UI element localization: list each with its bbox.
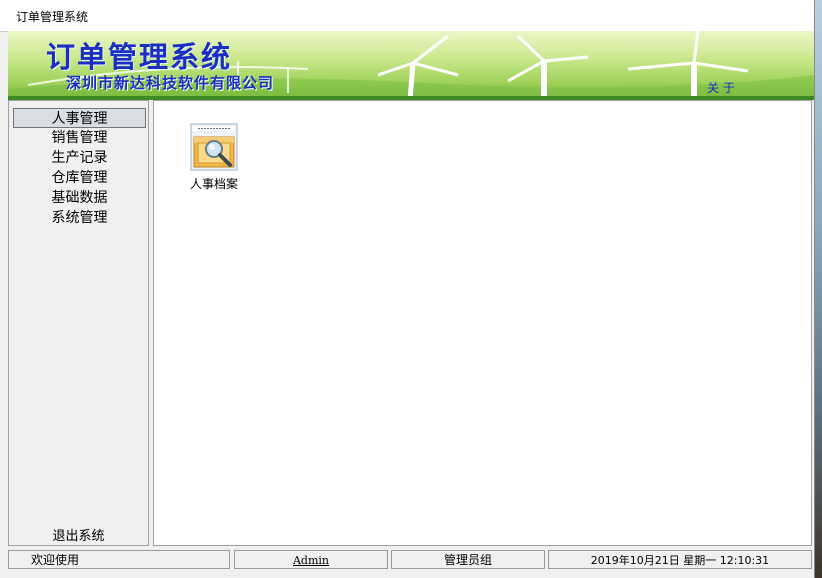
status-datetime: 2019年10月21日 星期一 12:10:31	[548, 550, 812, 569]
sidebar-menu: 人事管理 销售管理 生产记录 仓库管理 基础数据 系统管理	[13, 108, 146, 228]
company-name: 深圳市新达科技软件有限公司	[66, 74, 275, 92]
personnel-file-icon[interactable]	[190, 123, 238, 171]
window-title: 订单管理系统	[16, 10, 89, 24]
main-content: 人事档案	[153, 100, 812, 546]
sidebar-item-production[interactable]: 生产记录	[13, 148, 146, 168]
title-bar[interactable]: 订单管理系统	[0, 0, 814, 32]
sidebar-item-warehouse[interactable]: 仓库管理	[13, 168, 146, 188]
status-group: 管理员组	[391, 550, 545, 569]
status-user: Admin	[234, 550, 388, 569]
app-title: 订单管理系统	[46, 40, 233, 74]
about-link[interactable]: 关 于	[707, 79, 735, 96]
module-personnel-file[interactable]: 人事档案	[184, 123, 244, 192]
sidebar-item-base-data[interactable]: 基础数据	[13, 188, 146, 208]
status-welcome: 欢迎使用	[8, 550, 230, 569]
sidebar: 人事管理 销售管理 生产记录 仓库管理 基础数据 系统管理 退出系统	[8, 100, 149, 546]
sidebar-item-system[interactable]: 系统管理	[13, 208, 146, 228]
status-bar: 欢迎使用 Admin 管理员组 2019年10月21日 星期一 12:10:31	[8, 550, 814, 570]
module-label: 人事档案	[189, 177, 238, 191]
sidebar-item-sales[interactable]: 销售管理	[13, 128, 146, 148]
sidebar-item-personnel[interactable]: 人事管理	[13, 108, 146, 128]
exit-button[interactable]: 退出系统	[9, 525, 148, 544]
header-banner: 订单管理系统 深圳市新达科技软件有限公司 关 于	[8, 31, 814, 100]
app-window: 订单管理系统 订单管理系统 深圳市新达科技软件有限公司 关 于 人事管理 销售管…	[0, 0, 815, 578]
